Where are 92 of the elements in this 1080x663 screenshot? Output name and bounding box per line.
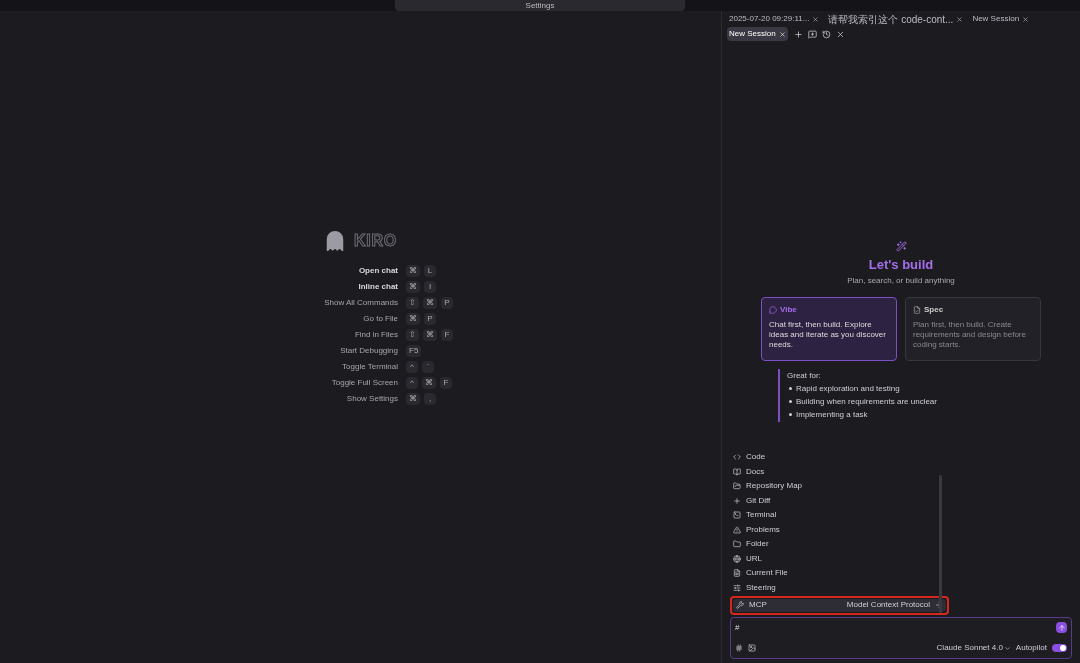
- model-selector[interactable]: Claude Sonnet 4.0: [936, 642, 1011, 654]
- chat-icon[interactable]: [807, 29, 817, 39]
- shortcut-label: Open chat: [357, 265, 398, 277]
- mode-description: Chat first, then build. Explore ideas and iterate as you discover needs.: [769, 319, 887, 350]
- plus-icon: [733, 496, 741, 505]
- mode-description: Plan first, then build. Create requirements and design before coding starts.: [913, 319, 1027, 350]
- shortcut-label: Start Debugging: [339, 345, 398, 357]
- chevron-down-icon: [1003, 644, 1011, 652]
- bullet-icon: [789, 413, 792, 416]
- command-search-field[interactable]: Settings: [395, 0, 685, 11]
- context-menu-item[interactable]: URL: [730, 552, 935, 566]
- key-cap: ,: [424, 393, 436, 405]
- context-menu-item[interactable]: Current File: [730, 566, 935, 580]
- speech-bubble-icon: [769, 305, 777, 314]
- send-button[interactable]: [1056, 622, 1067, 633]
- key-cap: F: [441, 329, 453, 341]
- key-cap: ⌘: [406, 313, 420, 325]
- warning-icon: [733, 525, 741, 534]
- mode-title: Spec: [924, 303, 944, 316]
- list-item: Implementing a task: [796, 408, 868, 421]
- context-menu-item[interactable]: Docs: [730, 465, 935, 479]
- globe-icon: [733, 554, 741, 563]
- subheading: Plan, search, or build anything: [847, 274, 955, 287]
- shortcut-label: Inline chat: [357, 281, 398, 293]
- folder-icon: [733, 482, 741, 491]
- bullet-icon: [789, 387, 792, 390]
- context-menu-item[interactable]: MCP Model Context Protocol: [733, 598, 946, 612]
- close-icon[interactable]: [956, 15, 964, 23]
- key-cap: F: [440, 377, 452, 389]
- bullet-icon: [789, 400, 792, 403]
- context-menu-item[interactable]: Folder: [730, 537, 935, 551]
- sliders-icon: [733, 583, 741, 592]
- mode-card[interactable]: Spec Plan first, then build. Create requirements and design before coding starts.: [905, 296, 1041, 361]
- close-icon[interactable]: [812, 15, 820, 23]
- context-menu-item[interactable]: Problems: [730, 523, 935, 537]
- mode-title: Vibe: [780, 303, 797, 316]
- key-cap: ⌘: [406, 393, 420, 405]
- shortcut-label: Show All Commands: [323, 297, 398, 309]
- great-for-title: Great for:: [787, 369, 822, 382]
- chat-input-box[interactable]: # Claude Sonnet 4.0 Autopilot: [730, 617, 1072, 659]
- context-menu-item[interactable]: Code: [730, 450, 935, 464]
- key-cap: ^: [406, 377, 418, 389]
- mode-card[interactable]: Vibe Chat first, then build. Explore ideas and iterate as you discover needs.: [761, 296, 897, 361]
- document-icon: [913, 305, 921, 314]
- session-tab[interactable]: 请帮我索引这个 code-cont...: [826, 12, 966, 26]
- context-menu-item[interactable]: Repository Map: [730, 479, 935, 493]
- history-icon[interactable]: [821, 29, 831, 39]
- key-cap: ^: [406, 361, 418, 373]
- code-icon: [733, 453, 741, 462]
- list-item: Building when requirements are unclear: [796, 395, 937, 408]
- wand-icon: [895, 241, 907, 252]
- autopilot-toggle[interactable]: [1052, 644, 1067, 652]
- key-cap: ⌘: [406, 265, 420, 277]
- image-icon[interactable]: [748, 644, 756, 652]
- key-cap: ⇧: [406, 329, 419, 341]
- shortcut-label: Toggle Full Screen: [330, 377, 398, 389]
- hash-icon[interactable]: [735, 644, 743, 652]
- shortcut-label: Go to File: [362, 313, 398, 325]
- key-cap: ⇧: [406, 297, 419, 309]
- context-menu-item[interactable]: Git Diff: [730, 494, 935, 508]
- key-cap: I: [424, 281, 436, 293]
- key-cap: F5: [406, 345, 422, 357]
- folder-icon: [733, 540, 741, 549]
- key-cap: ⌘: [423, 297, 437, 309]
- list-item: Rapid exploration and testing: [796, 382, 900, 395]
- logo-text: KIRO: [353, 231, 398, 251]
- shortcut-label: Toggle Terminal: [341, 361, 398, 373]
- shortcut-label: Find in Files: [353, 329, 398, 341]
- session-tab[interactable]: New Session: [970, 12, 1032, 26]
- session-tab[interactable]: New Session: [727, 27, 788, 41]
- context-menu-item[interactable]: Steering: [730, 581, 935, 595]
- close-icon[interactable]: [835, 29, 845, 39]
- key-cap: ⌘: [406, 281, 420, 293]
- wrench-icon: [736, 601, 744, 610]
- arrow-up-icon: [1057, 623, 1066, 632]
- key-cap: ⌘: [423, 329, 437, 341]
- heading: Let's build: [868, 256, 934, 274]
- autopilot-label: Autopilot: [1015, 642, 1047, 654]
- key-cap: P: [441, 297, 453, 309]
- book-icon: [733, 467, 741, 476]
- context-menu-item[interactable]: Terminal: [730, 508, 935, 522]
- close-icon[interactable]: [778, 30, 786, 38]
- shortcut-label: Show Settings: [345, 393, 398, 405]
- key-cap: ⌘: [422, 377, 436, 389]
- key-cap: `: [422, 361, 434, 373]
- plus-icon[interactable]: [793, 29, 803, 39]
- file-icon: [733, 569, 741, 578]
- session-tab[interactable]: 2025-07-20 09:29:11...: [727, 12, 822, 26]
- close-icon[interactable]: [1022, 15, 1030, 23]
- terminal-icon: [733, 511, 741, 520]
- key-cap: L: [424, 265, 436, 277]
- key-cap: P: [424, 313, 436, 325]
